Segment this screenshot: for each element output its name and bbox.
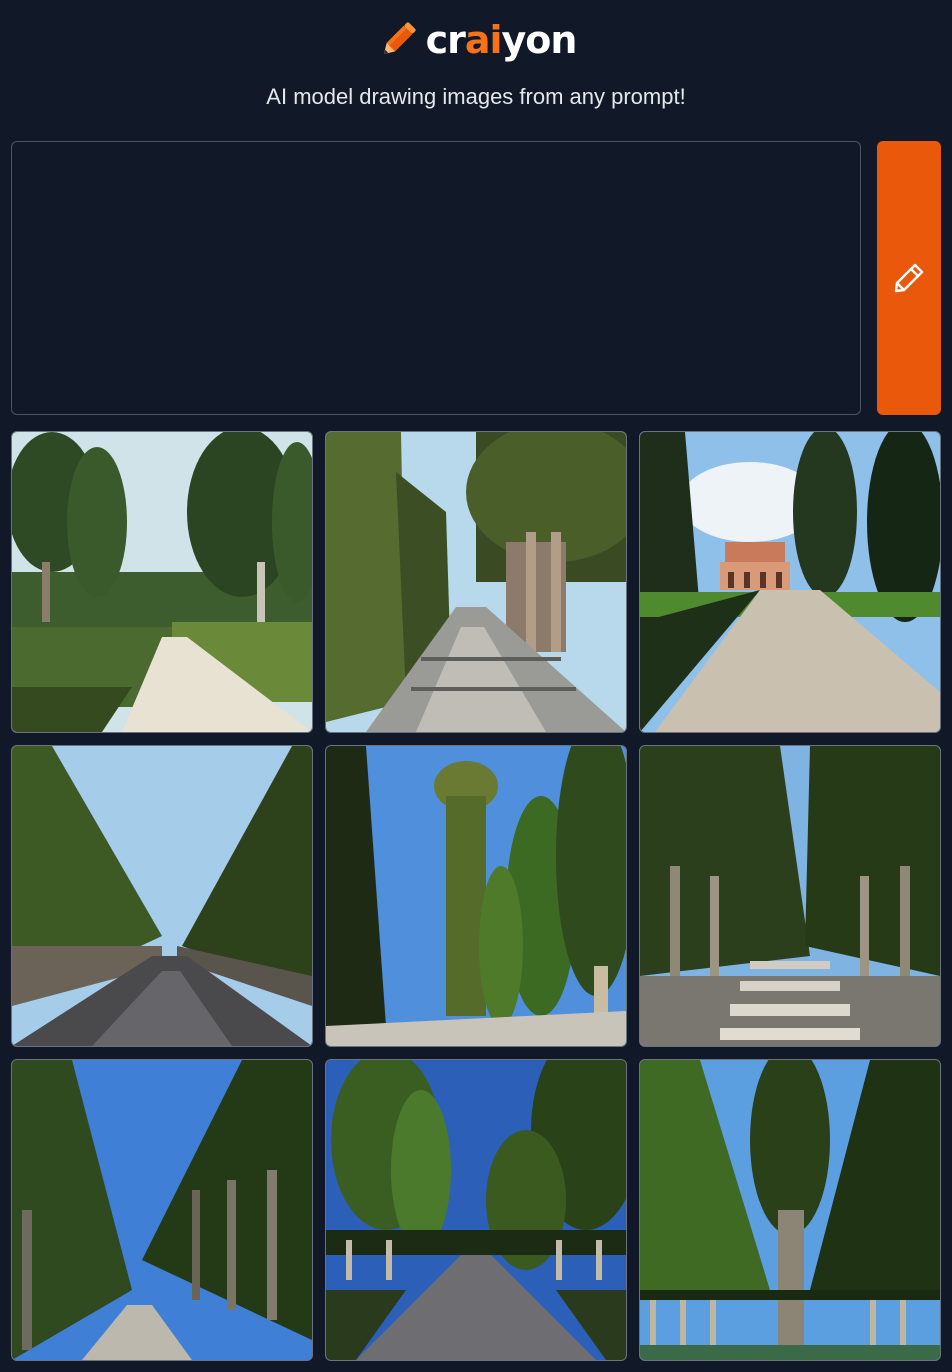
brand-accent: ai <box>464 18 503 62</box>
tree-tunnel-image <box>640 1060 940 1360</box>
tagline: AI model drawing images from any prompt! <box>266 84 686 109</box>
brand-suffix: yon <box>501 18 578 62</box>
brand-header[interactable]: craiyon <box>0 14 952 66</box>
result-image-1[interactable] <box>11 431 313 733</box>
result-image-8[interactable] <box>325 1059 627 1361</box>
result-image-5[interactable] <box>325 745 627 1047</box>
tree-avenue-columns-image <box>12 1060 312 1360</box>
villa-avenue-image <box>640 432 940 732</box>
brand-prefix: cr <box>425 18 466 62</box>
result-image-3[interactable] <box>639 431 941 733</box>
cypress-road-image <box>326 746 626 1046</box>
draw-button[interactable] <box>877 141 941 415</box>
prompt-input[interactable] <box>11 141 861 415</box>
result-image-9[interactable] <box>639 1059 941 1361</box>
pencil-icon <box>383 22 416 55</box>
garden-image <box>12 432 312 732</box>
craiyon-page: craiyon AI model drawing images from any… <box>0 0 952 1372</box>
results-grid <box>11 431 941 1361</box>
result-image-7[interactable] <box>11 1059 313 1361</box>
hedge-lined-road-image <box>12 746 312 1046</box>
pencil-icon <box>894 263 924 293</box>
brand-name: craiyon <box>425 18 578 62</box>
result-image-4[interactable] <box>11 745 313 1047</box>
cobbled-road-image <box>326 1060 626 1360</box>
hedge-road-image <box>326 432 626 732</box>
result-image-2[interactable] <box>325 431 627 733</box>
result-image-6[interactable] <box>639 745 941 1047</box>
colonnade-steps-image <box>640 746 940 1046</box>
